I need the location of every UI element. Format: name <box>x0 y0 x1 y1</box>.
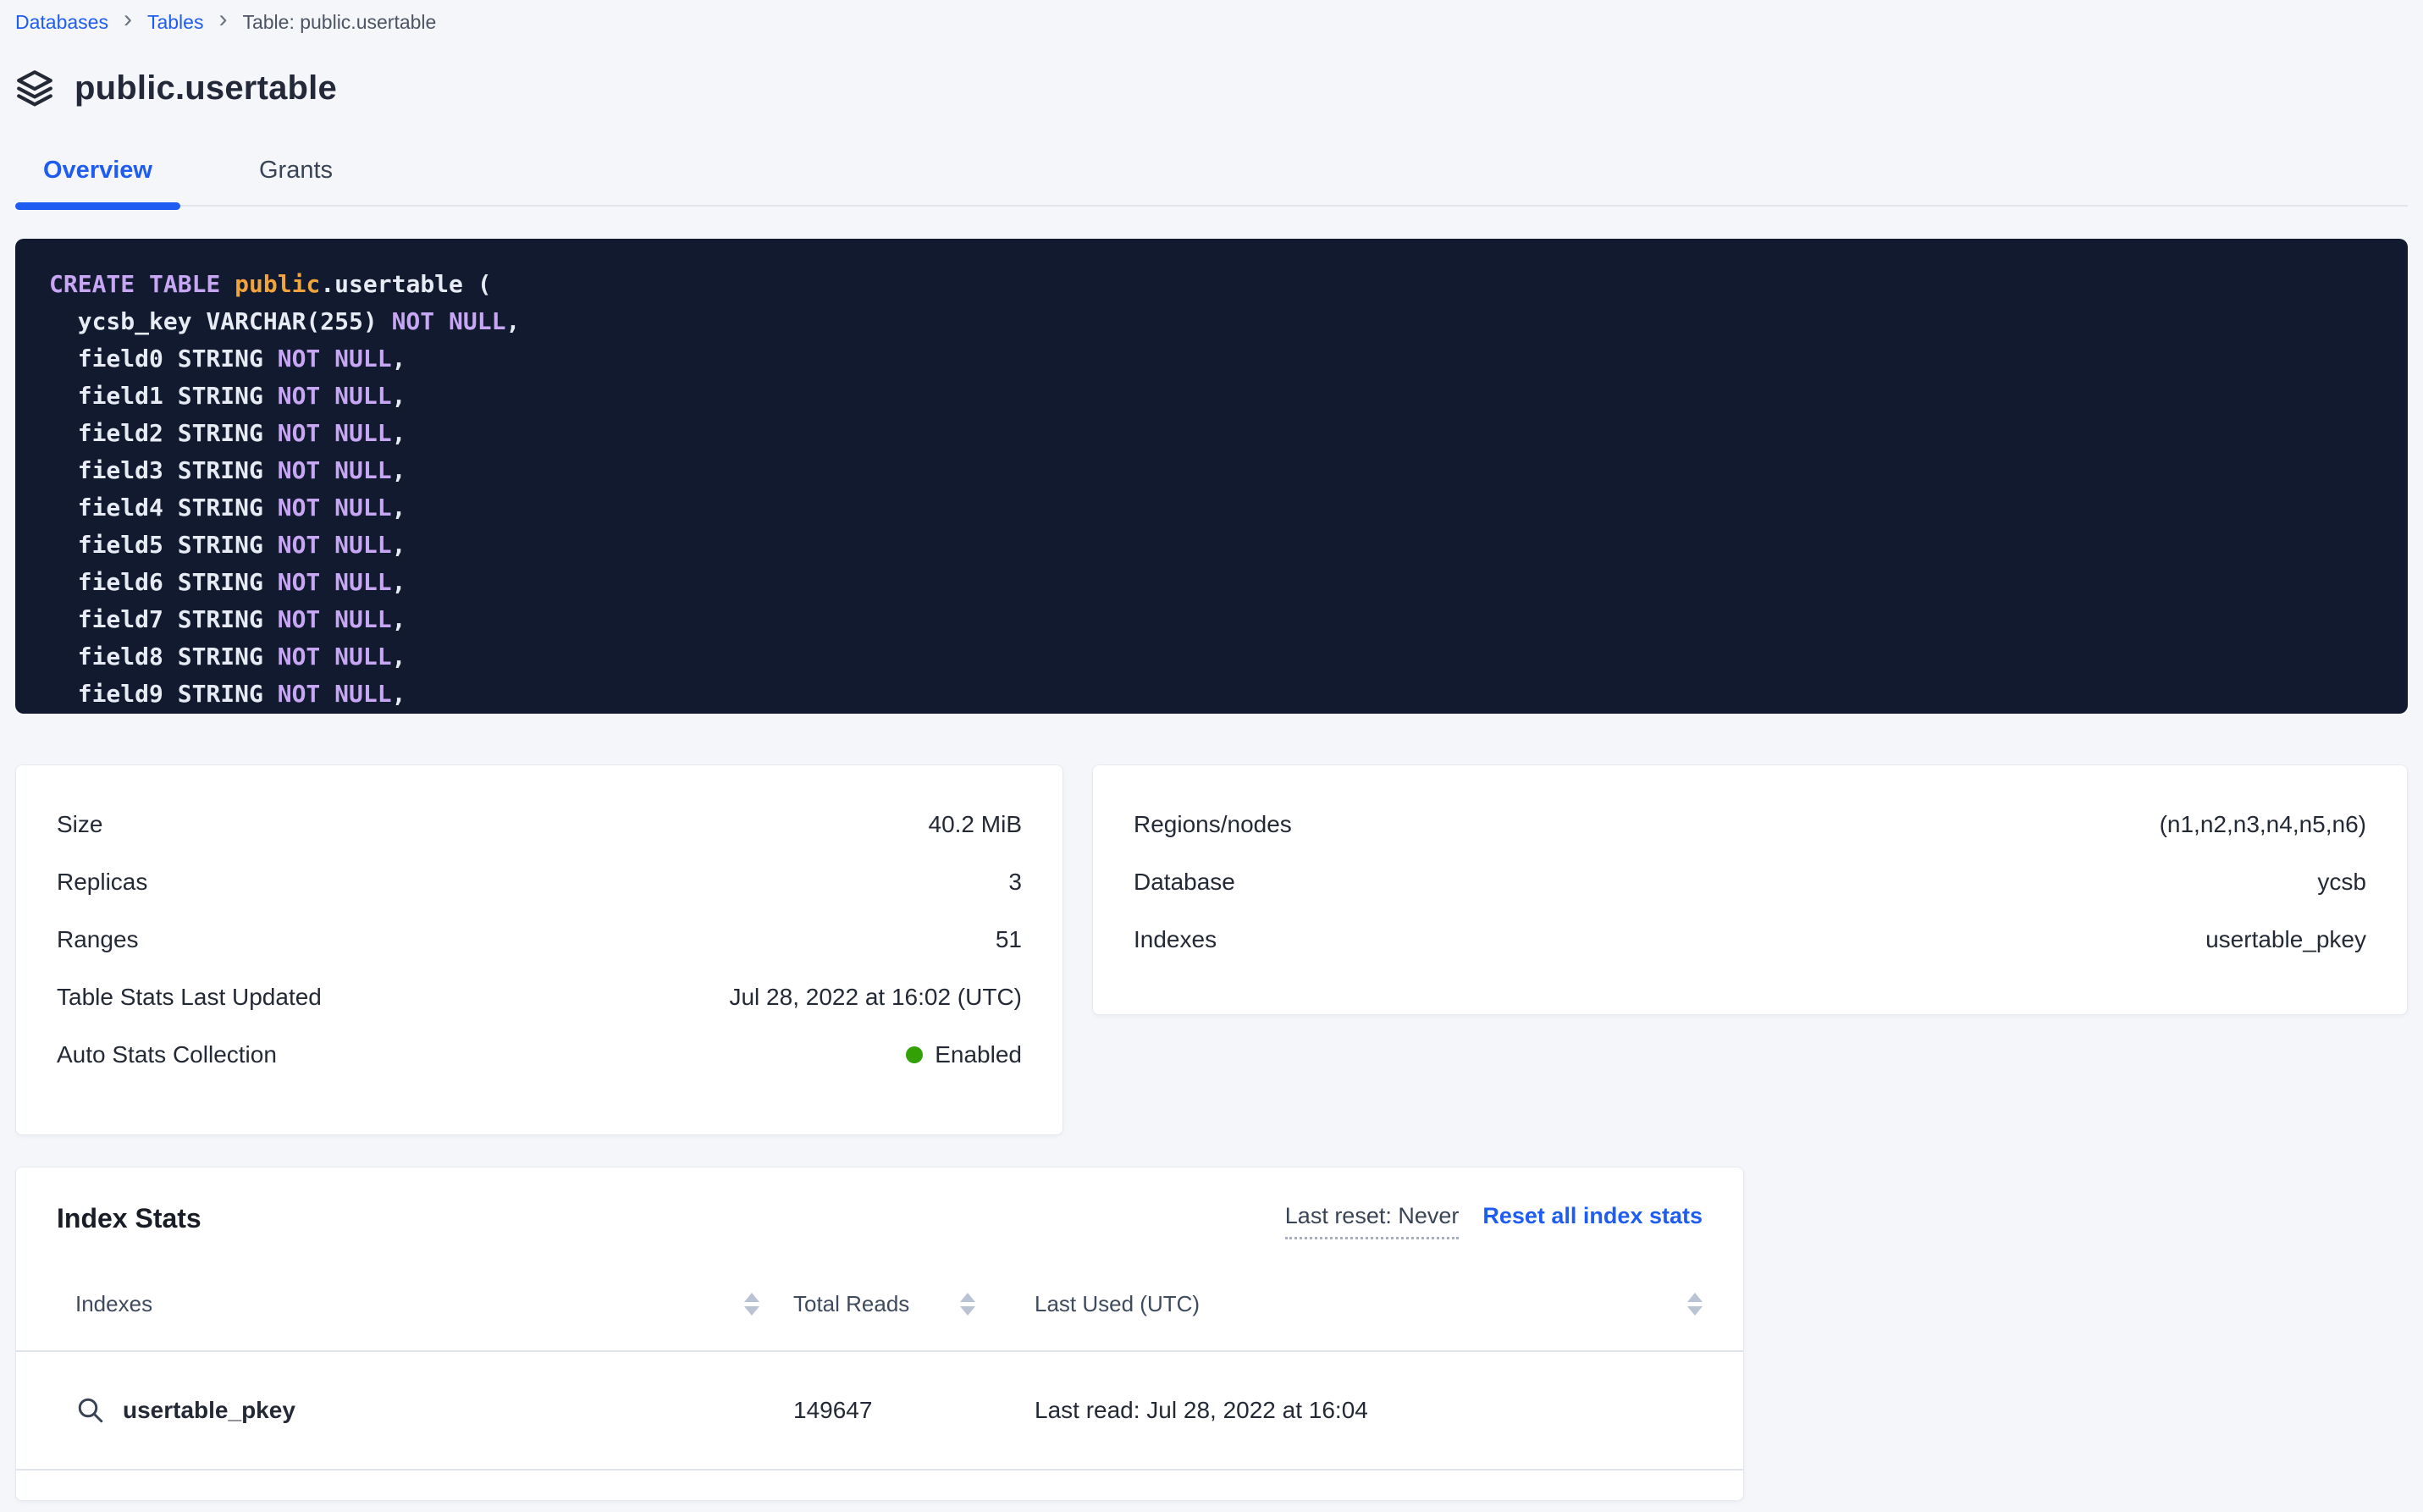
index-table: Indexes Total Reads Last Used (UTC) user… <box>16 1242 1743 1471</box>
column-header-total-reads[interactable]: Total Reads <box>759 1291 975 1317</box>
stat-label: Auto Stats Collection <box>57 1041 277 1068</box>
index-table-header: Indexes Total Reads Last Used (UTC) <box>16 1242 1743 1352</box>
index-stats-card: Index Stats Last reset: Never Reset all … <box>15 1167 1744 1501</box>
sql-line: field7 STRING NOT NULL, <box>49 601 2374 638</box>
total-reads-cell: 149647 <box>759 1397 975 1424</box>
stat-row: Replicas 3 <box>57 853 1022 911</box>
stat-label: Table Stats Last Updated <box>57 984 322 1011</box>
index-table-body: usertable_pkey 149647Last read: Jul 28, 2… <box>16 1352 1743 1471</box>
column-header-label: Total Reads <box>793 1291 909 1317</box>
reset-index-stats-link[interactable]: Reset all index stats <box>1482 1203 1703 1229</box>
breadcrumb-current: Table: public.usertable <box>242 11 436 34</box>
table-details-card: Size 40.2 MiB Replicas 3 Ranges 51 Table Stats… <box>15 764 1063 1135</box>
sql-line: field9 STRING NOT NULL, <box>49 676 2374 713</box>
stat-row: Ranges 51 <box>57 911 1022 968</box>
stat-row: Indexes usertable_pkey <box>1134 911 2366 968</box>
sql-line: field2 STRING NOT NULL, <box>49 415 2374 452</box>
column-header-indexes[interactable]: Indexes <box>57 1291 759 1317</box>
index-stats-actions: Last reset: Never Reset all index stats <box>1285 1203 1703 1239</box>
index-stats-title: Index Stats <box>57 1203 201 1234</box>
last-reset-label[interactable]: Last reset: Never <box>1285 1203 1460 1239</box>
stat-value: Jul 28, 2022 at 16:02 (UTC) <box>729 984 1022 1011</box>
stat-row: Regions/nodes (n1,n2,n3,n4,n5,n6) <box>1134 796 2366 853</box>
stat-row: Auto Stats Collection Enabled <box>57 1026 1022 1084</box>
stat-row: Table Stats Last Updated Jul 28, 2022 at … <box>57 968 1022 1026</box>
stat-value: Enabled <box>906 1041 1022 1068</box>
sql-line: field8 STRING NOT NULL, <box>49 638 2374 676</box>
breadcrumb-link-tables[interactable]: Tables <box>147 11 203 34</box>
stat-value: ycsb <box>2317 869 2366 896</box>
sort-icon[interactable] <box>1687 1293 1703 1316</box>
sql-line: CREATE TABLE public.usertable ( <box>49 266 2374 303</box>
tab-bar: Overview Grants <box>15 135 2408 207</box>
sql-line: field1 STRING NOT NULL, <box>49 378 2374 415</box>
index-name[interactable]: usertable_pkey <box>123 1397 295 1424</box>
stat-value: usertable_pkey <box>2205 926 2366 953</box>
stat-value: 3 <box>1008 869 1022 896</box>
stat-label: Size <box>57 811 102 838</box>
sql-line: ycsb_key VARCHAR(255) NOT NULL, <box>49 303 2374 340</box>
search-icon <box>75 1395 106 1426</box>
sql-line: field4 STRING NOT NULL, <box>49 489 2374 527</box>
sql-definition: CREATE TABLE public.usertable ( ycsb_key… <box>15 239 2408 714</box>
stat-row: Size 40.2 MiB <box>57 796 1022 853</box>
last-used-cell: Last read: Jul 28, 2022 at 16:04 <box>975 1397 1703 1424</box>
page-header: public.usertable <box>15 63 2408 113</box>
sql-line: field3 STRING NOT NULL, <box>49 452 2374 489</box>
breadcrumb-separator-icon: › <box>218 7 227 37</box>
stat-value: 40.2 MiB <box>929 811 1023 838</box>
tab-overview[interactable]: Overview <box>15 135 180 205</box>
status-dot-icon <box>906 1046 923 1063</box>
tab-grants[interactable]: Grants <box>231 135 361 205</box>
stat-label: Replicas <box>57 869 147 896</box>
sort-icon[interactable] <box>744 1293 759 1316</box>
column-header-label: Indexes <box>75 1291 152 1317</box>
stat-label: Indexes <box>1134 926 1217 953</box>
sql-line: field0 STRING NOT NULL, <box>49 340 2374 378</box>
sort-icon[interactable] <box>960 1293 975 1316</box>
sql-line: field5 STRING NOT NULL, <box>49 527 2374 564</box>
column-header-last-used[interactable]: Last Used (UTC) <box>975 1291 1703 1317</box>
index-stats-header: Index Stats Last reset: Never Reset all … <box>16 1167 1743 1242</box>
table-details-page: Databases › Tables › Table: public.usertable… <box>0 0 2423 1512</box>
index-name-cell: usertable_pkey <box>57 1395 759 1426</box>
index-table-row[interactable]: usertable_pkey 149647Last read: Jul 28, 2… <box>16 1352 1743 1471</box>
stat-value: 51 <box>996 926 1022 953</box>
stat-label: Regions/nodes <box>1134 811 1292 838</box>
page-title: public.usertable <box>75 69 337 108</box>
stat-label: Ranges <box>57 926 139 953</box>
table-layers-icon <box>15 69 54 108</box>
sql-line: field6 STRING NOT NULL, <box>49 564 2374 601</box>
breadcrumb: Databases › Tables › Table: public.usertable <box>15 0 2408 37</box>
stat-row: Database ycsb <box>1134 853 2366 911</box>
column-header-label: Last Used (UTC) <box>1035 1291 1200 1317</box>
database-details-card: Regions/nodes (n1,n2,n3,n4,n5,n6) Database… <box>1092 764 2408 1015</box>
stat-label: Database <box>1134 869 1235 896</box>
breadcrumb-separator-icon: › <box>124 7 132 37</box>
summary-cards: Size 40.2 MiB Replicas 3 Ranges 51 Table Stats… <box>15 764 2408 1135</box>
stat-value: (n1,n2,n3,n4,n5,n6) <box>2160 811 2366 838</box>
breadcrumb-link-databases[interactable]: Databases <box>15 11 108 34</box>
